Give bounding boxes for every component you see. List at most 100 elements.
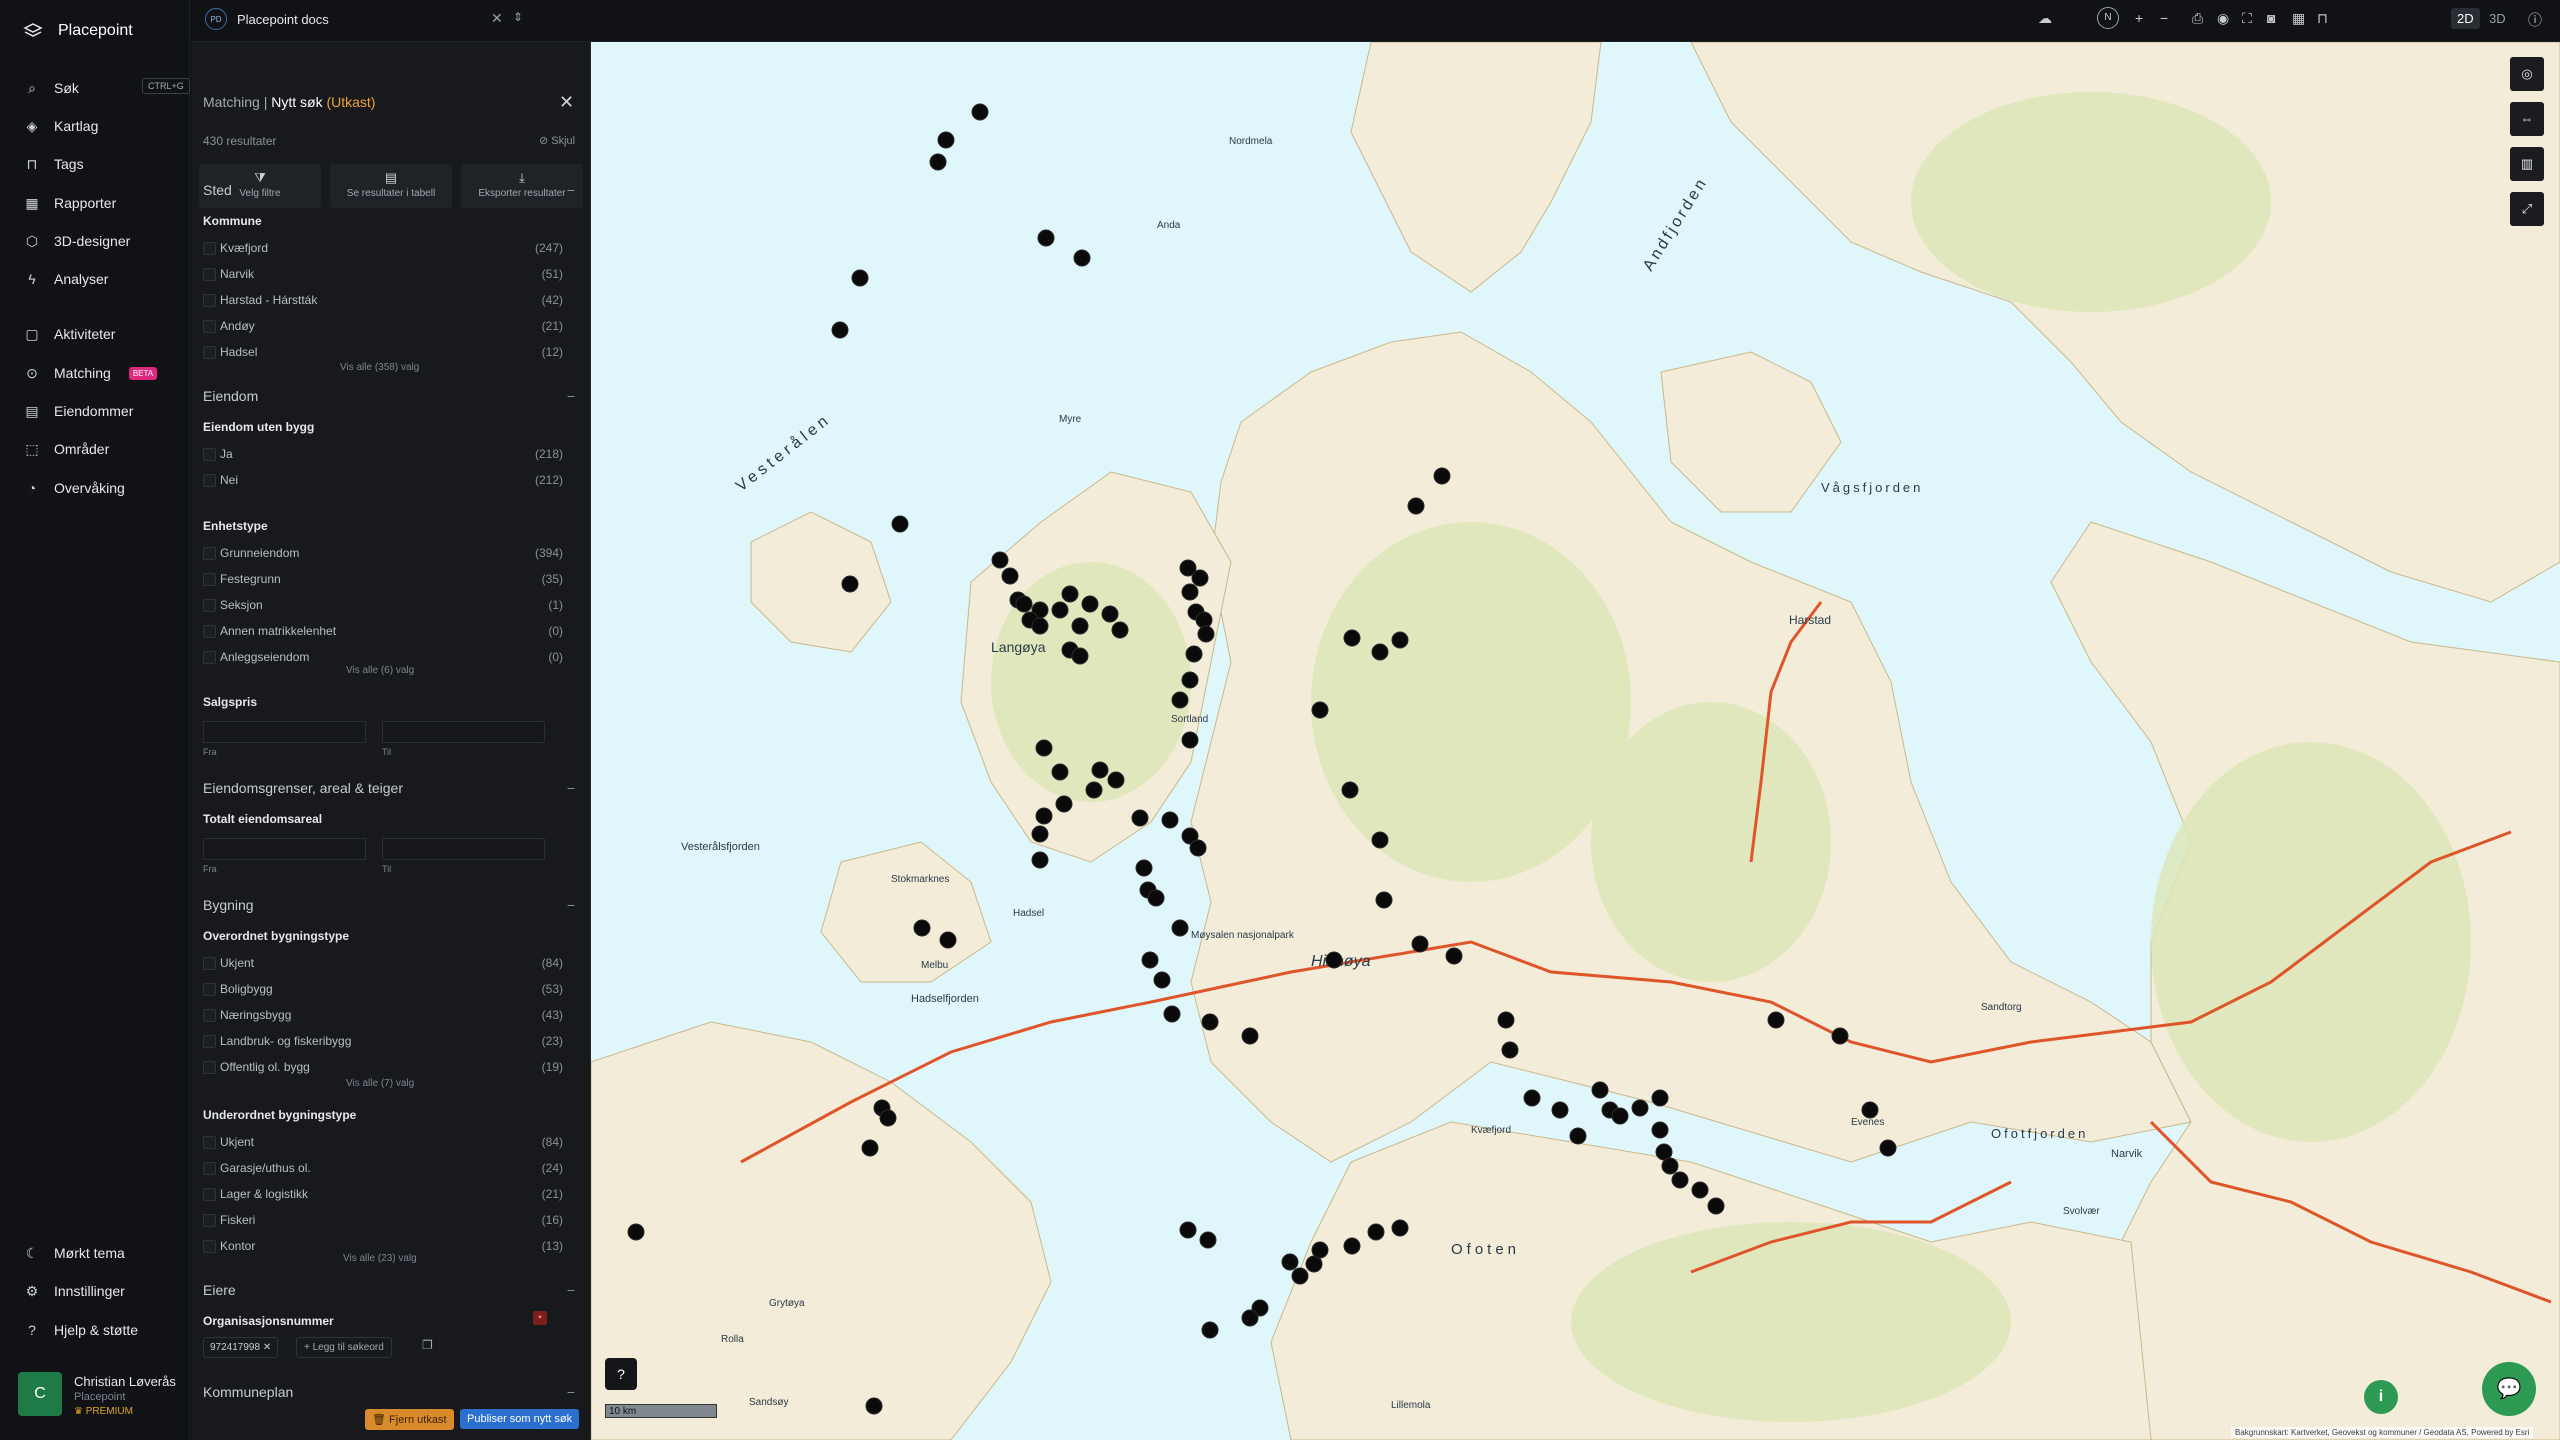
document-tab[interactable]: PD Placepoint docs (205, 8, 329, 30)
chart-tool-icon[interactable]: ▥ (2510, 147, 2544, 181)
route-tool-icon[interactable]: ⤢ (2510, 192, 2544, 226)
nav-item-aktiviteter[interactable]: ▢ Aktiviteter (24, 322, 115, 346)
filter-option-enhetstype[interactable]: Festegrunn (35) (203, 572, 563, 590)
map-help-button[interactable]: ? (605, 1358, 637, 1390)
nav-item-overvaking[interactable]: ◔ Overvåking (24, 476, 125, 500)
result-marker[interactable] (1861, 1101, 1879, 1119)
brand[interactable]: Placepoint (22, 20, 133, 42)
result-marker[interactable] (1081, 595, 1099, 613)
result-marker[interactable] (1091, 761, 1109, 779)
show-all-link[interactable]: Vis alle (358) valg (340, 362, 419, 373)
checkbox[interactable] (203, 1240, 216, 1253)
result-marker[interactable] (1651, 1121, 1669, 1139)
checkbox[interactable] (203, 268, 216, 281)
result-marker[interactable] (1185, 645, 1203, 663)
section-eiendom[interactable]: Eiendom − (203, 388, 575, 404)
copy-icon[interactable]: ❐ (422, 1338, 433, 1352)
result-marker[interactable] (1201, 1013, 1219, 1031)
checkbox[interactable] (203, 1136, 216, 1149)
checkbox[interactable] (203, 1214, 216, 1227)
result-marker[interactable] (929, 153, 947, 171)
section-eiere[interactable]: Eiere − (203, 1282, 575, 1298)
nav-item-settings[interactable]: ⚙ Innstillinger (24, 1279, 125, 1303)
result-marker[interactable] (1031, 825, 1049, 843)
result-marker[interactable] (1161, 811, 1179, 829)
filter-option-overordnet[interactable]: Landbruk- og fiskeribygg (23) (203, 1034, 563, 1052)
close-icon[interactable]: ✕ (559, 92, 574, 113)
filter-option-enhetstype[interactable]: Seksjon (1) (203, 598, 563, 616)
result-marker[interactable] (913, 919, 931, 937)
result-marker[interactable] (1055, 795, 1073, 813)
result-marker[interactable] (1181, 671, 1199, 689)
result-marker[interactable] (1001, 567, 1019, 585)
collapse-icon[interactable]: − (567, 182, 575, 198)
result-marker[interactable] (1831, 1027, 1849, 1045)
zoom-in-icon[interactable]: + (2135, 10, 2143, 26)
result-marker[interactable] (1611, 1107, 1629, 1125)
result-marker[interactable] (1371, 831, 1389, 849)
result-marker[interactable] (1031, 617, 1049, 635)
info-button[interactable]: i (2364, 1380, 2398, 1414)
area-from-input[interactable] (203, 838, 366, 860)
collapse-icon[interactable]: − (567, 780, 575, 796)
result-marker[interactable] (1651, 1089, 1669, 1107)
result-marker[interactable] (1107, 771, 1125, 789)
checkbox[interactable] (203, 599, 216, 612)
result-marker[interactable] (1707, 1197, 1725, 1215)
filter-option-underordnet[interactable]: Garasje/uthus ol. (24) (203, 1161, 563, 1179)
result-marker[interactable] (1407, 497, 1425, 515)
result-marker[interactable] (1141, 951, 1159, 969)
collapse-icon[interactable]: − (567, 1282, 575, 1298)
result-marker[interactable] (1281, 1253, 1299, 1271)
view-3d-button[interactable]: 3D (2483, 8, 2512, 29)
result-marker[interactable] (1085, 781, 1103, 799)
result-marker[interactable] (1037, 229, 1055, 247)
compass-button[interactable]: N (2097, 7, 2119, 29)
result-marker[interactable] (1195, 611, 1213, 629)
result-marker[interactable] (1767, 1011, 1785, 1029)
checkbox[interactable] (203, 1061, 216, 1074)
result-marker[interactable] (1031, 851, 1049, 869)
map-canvas[interactable]: Vesterålen Langøya Hinnøya Andfjorden Vå… (591, 42, 2560, 1440)
result-marker[interactable] (1071, 647, 1089, 665)
collapse-icon[interactable]: − (567, 388, 575, 404)
filter-option-uten-bygg[interactable]: Nei (212) (203, 473, 563, 491)
result-marker[interactable] (1061, 585, 1079, 603)
result-marker[interactable] (891, 515, 909, 533)
result-marker[interactable] (971, 103, 989, 121)
result-marker[interactable] (1661, 1157, 1679, 1175)
checkbox[interactable] (203, 1035, 216, 1048)
close-doc-icon[interactable]: ✕ (491, 10, 503, 27)
checkbox[interactable] (203, 242, 216, 255)
result-marker[interactable] (939, 931, 957, 949)
checkbox[interactable] (203, 547, 216, 560)
result-marker[interactable] (1035, 739, 1053, 757)
result-marker[interactable] (1411, 935, 1429, 953)
publish-button[interactable]: Publiser som nytt søk (460, 1409, 580, 1429)
checkbox[interactable] (203, 1188, 216, 1201)
checkbox[interactable] (203, 346, 216, 359)
remove-draft-button[interactable]: 🗑 Fjern utkast (365, 1409, 454, 1430)
grid-icon[interactable]: ▦ (2292, 10, 2305, 27)
chat-button[interactable]: 💬 (2482, 1362, 2536, 1416)
collapse-icon[interactable]: − (567, 1384, 575, 1400)
result-marker[interactable] (1311, 1241, 1329, 1259)
result-marker[interactable] (1073, 249, 1091, 267)
nav-item-analyser[interactable]: ϟ Analyser (24, 267, 108, 291)
filter-option-underordnet[interactable]: Kontor (13) (203, 1239, 563, 1257)
result-marker[interactable] (627, 1223, 645, 1241)
filter-option-enhetstype[interactable]: Grunneiendom (394) (203, 546, 563, 564)
result-marker[interactable] (1631, 1099, 1649, 1117)
cloud-icon[interactable]: ☁ (2038, 10, 2052, 27)
result-marker[interactable] (1433, 467, 1451, 485)
user-card[interactable]: C Christian Løverås Placepoint ♛ PREMIUM (18, 1372, 176, 1417)
result-marker[interactable] (1201, 1321, 1219, 1339)
filter-option-kommune[interactable]: Narvik (51) (203, 267, 563, 285)
area-to-input[interactable] (382, 838, 545, 860)
info-icon[interactable]: ⓘ (2528, 10, 2542, 30)
show-all-link[interactable]: Vis alle (7) valg (346, 1078, 414, 1089)
result-marker[interactable] (1197, 625, 1215, 643)
result-marker[interactable] (1189, 839, 1207, 857)
eye-icon[interactable]: ◉ (2217, 10, 2229, 27)
add-keyword-button[interactable]: + Legg til søkeord (296, 1337, 392, 1358)
